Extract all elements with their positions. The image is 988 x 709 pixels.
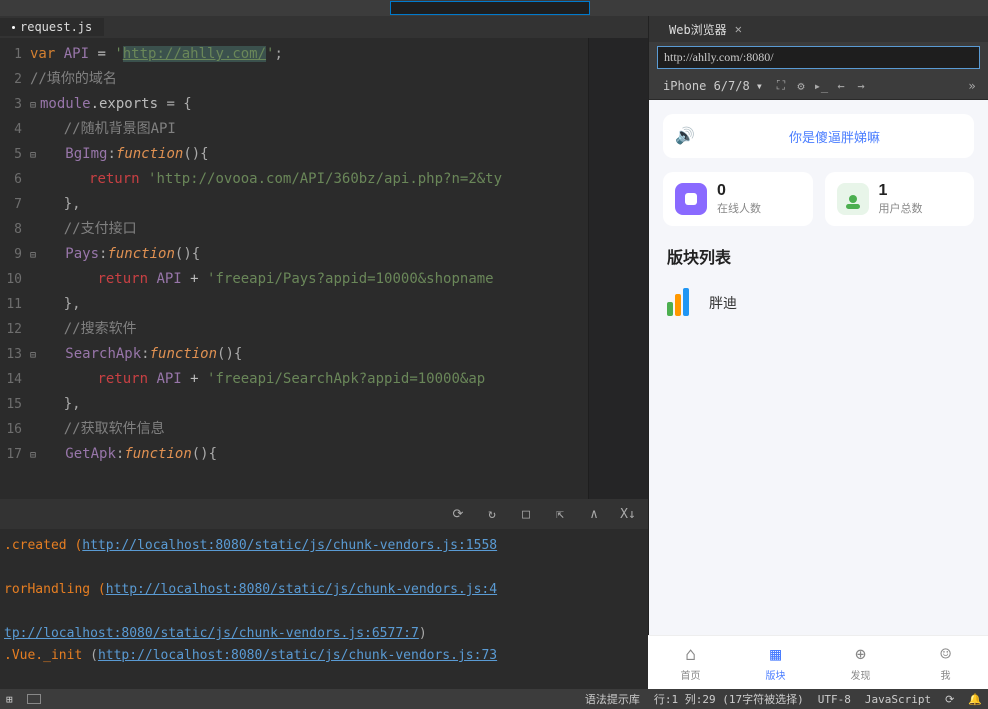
- chevron-down-icon: ▾: [756, 79, 763, 93]
- nav-label: 发现: [851, 667, 871, 682]
- line-number: 17: [0, 442, 30, 467]
- back-icon[interactable]: ←: [833, 79, 849, 93]
- notice-card[interactable]: 🔊 你是傻逼胖娣嘛: [663, 114, 974, 158]
- nav-label: 我: [941, 667, 951, 682]
- modified-dot-icon: [12, 26, 15, 29]
- browser-tab-label: Web浏览器: [669, 21, 727, 38]
- rotate-icon[interactable]: ⛶: [773, 78, 789, 93]
- tab-label: request.js: [20, 20, 92, 34]
- grid-icon: ▦: [770, 644, 781, 665]
- url-bar: [649, 42, 988, 72]
- console-output[interactable]: .created (http://localhost:8080/static/j…: [0, 529, 648, 689]
- stat-label: 在线人数: [717, 200, 761, 216]
- notice-text: 你是傻逼胖娣嘛: [707, 127, 962, 146]
- browser-tab-bar: Web浏览器 ✕: [649, 16, 988, 42]
- line-number: 2: [0, 67, 30, 92]
- line-number: 7: [0, 192, 30, 217]
- top-search-input[interactable]: [390, 1, 590, 15]
- browser-panel: Web浏览器 ✕ iPhone 6/7/8 ▾ ⛶ ⚙ ▸_ ← → » 🔊: [648, 16, 988, 689]
- stat-label: 用户总数: [879, 200, 923, 216]
- stat-online[interactable]: 0 在线人数: [663, 172, 813, 226]
- forward-icon[interactable]: →: [853, 79, 869, 93]
- editor-tab[interactable]: request.js: [0, 18, 104, 36]
- console-icon[interactable]: ▸_: [813, 79, 829, 93]
- nav-blocks[interactable]: ▦ 版块: [733, 636, 818, 689]
- line-number: 6: [0, 167, 30, 192]
- line-gutter: 1 2 3 4 5 6 7 8 9 10 11 12 13 14 15 16 1…: [0, 38, 30, 499]
- top-menu-bar: [0, 0, 988, 16]
- nav-discover[interactable]: ⊕ 发现: [818, 636, 903, 689]
- code-content[interactable]: var API = 'http://ahlly.com/'; //填你的域名 ⊟…: [30, 38, 588, 499]
- online-icon: [675, 183, 707, 215]
- device-toolbar: iPhone 6/7/8 ▾ ⛶ ⚙ ▸_ ← → »: [649, 72, 988, 100]
- browser-tab[interactable]: Web浏览器 ✕: [659, 17, 752, 42]
- export-icon[interactable]: ⇱: [552, 507, 568, 522]
- collapse-icon[interactable]: ∧: [586, 507, 602, 522]
- stat-value: 1: [879, 182, 923, 200]
- line-number: 4: [0, 117, 30, 142]
- status-bar: ⊞ 语法提示库 行:1 列:29 (17字符被选择) UTF-8 JavaScr…: [0, 689, 988, 709]
- list-item-label: 胖迪: [709, 293, 737, 313]
- close-icon[interactable]: ✕: [735, 22, 742, 36]
- device-select[interactable]: iPhone 6/7/8 ▾: [657, 77, 769, 95]
- line-number: 8: [0, 217, 30, 242]
- status-icon[interactable]: ⊞: [6, 693, 13, 706]
- phone-content: 🔊 你是傻逼胖娣嘛 0 在线人数 1: [649, 100, 988, 338]
- main-area: request.js 1 2 3 4 5 6 7 8 9 10 11 12 13…: [0, 16, 988, 689]
- status-language[interactable]: JavaScript: [865, 693, 931, 706]
- status-syntax[interactable]: 语法提示库: [585, 691, 640, 707]
- status-box-icon[interactable]: [27, 694, 41, 704]
- line-number: 10: [0, 267, 30, 292]
- device-label: iPhone 6/7/8: [663, 79, 750, 93]
- status-position[interactable]: 行:1 列:29 (17字符被选择): [654, 691, 804, 707]
- editor-tab-bar: request.js: [0, 16, 648, 38]
- line-number: 3: [0, 92, 30, 117]
- speaker-icon: 🔊: [675, 126, 695, 146]
- close-icon[interactable]: X↓: [620, 507, 636, 522]
- code-area[interactable]: 1 2 3 4 5 6 7 8 9 10 11 12 13 14 15 16 1…: [0, 38, 648, 499]
- bell-icon[interactable]: 🔔: [968, 693, 982, 706]
- stat-value: 0: [717, 182, 761, 200]
- status-encoding[interactable]: UTF-8: [818, 693, 851, 706]
- url-input[interactable]: [657, 46, 980, 69]
- nav-home[interactable]: ⌂ 首页: [648, 636, 733, 689]
- line-number: 1: [0, 42, 30, 67]
- list-item[interactable]: 胖迪: [663, 282, 974, 324]
- stop-icon[interactable]: □: [518, 507, 534, 522]
- line-number: 12: [0, 317, 30, 342]
- section-title: 版块列表: [663, 244, 974, 268]
- gear-icon[interactable]: ⚙: [793, 79, 809, 93]
- stat-users[interactable]: 1 用户总数: [825, 172, 975, 226]
- phone-tab-nav: ⌂ 首页 ▦ 版块 ⊕ 发现 ☺ 我: [648, 635, 988, 689]
- editor-panel: request.js 1 2 3 4 5 6 7 8 9 10 11 12 13…: [0, 16, 648, 689]
- home-icon: ⌂: [685, 644, 696, 665]
- more-icon[interactable]: »: [964, 79, 980, 93]
- line-number: 14: [0, 367, 30, 392]
- phone-preview[interactable]: 🔊 你是傻逼胖娣嘛 0 在线人数 1: [649, 100, 988, 689]
- nav-label: 版块: [766, 667, 786, 682]
- minimap[interactable]: [588, 38, 648, 499]
- restart-icon[interactable]: ⟳: [450, 507, 466, 522]
- nav-label: 首页: [681, 667, 701, 682]
- chart-icon: [667, 288, 697, 318]
- reload-icon[interactable]: ↻: [484, 507, 500, 522]
- stats-row: 0 在线人数 1 用户总数: [663, 172, 974, 226]
- line-number: 9: [0, 242, 30, 267]
- console-toolbar: ⟳ ↻ □ ⇱ ∧ X↓: [0, 499, 648, 529]
- person-icon: ☺: [940, 644, 951, 665]
- line-number: 13: [0, 342, 30, 367]
- line-number: 11: [0, 292, 30, 317]
- nav-me[interactable]: ☺ 我: [903, 636, 988, 689]
- line-number: 16: [0, 417, 30, 442]
- sync-icon[interactable]: ⟳: [945, 693, 954, 706]
- discover-icon: ⊕: [855, 644, 866, 665]
- line-number: 5: [0, 142, 30, 167]
- user-icon: [837, 183, 869, 215]
- line-number: 15: [0, 392, 30, 417]
